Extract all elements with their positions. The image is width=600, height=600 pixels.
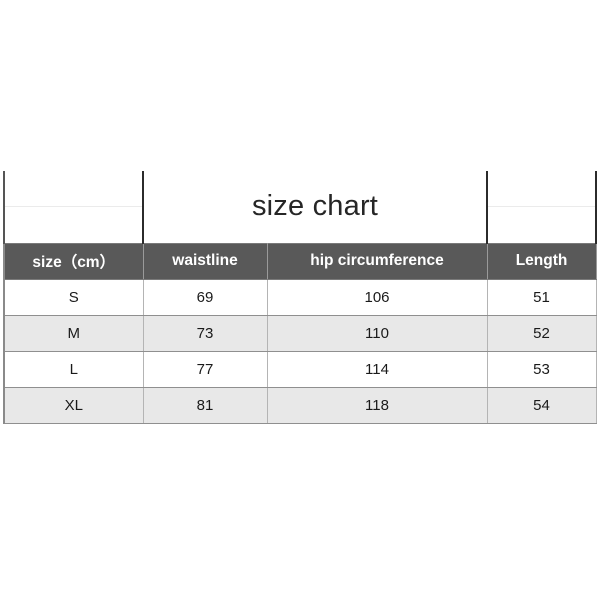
title-spacer-right bbox=[486, 171, 598, 244]
cell-size: M bbox=[3, 314, 144, 352]
cell-hip-circumference: 110 bbox=[266, 314, 488, 352]
chart-title-cell: size chart bbox=[141, 171, 489, 244]
title-row: size chart bbox=[3, 171, 598, 244]
title-faint-rule-left bbox=[5, 206, 142, 207]
column-header-size: size（cm） bbox=[3, 242, 144, 280]
cell-waistline: 77 bbox=[142, 350, 268, 388]
cell-length: 52 bbox=[486, 314, 597, 352]
page-title: size chart bbox=[251, 190, 379, 223]
cell-waistline: 81 bbox=[142, 386, 268, 425]
cell-length: 53 bbox=[486, 350, 597, 388]
table-row: S 69 106 51 bbox=[3, 278, 597, 316]
table-header-row: size（cm） waistline hip circumference Len… bbox=[3, 242, 597, 280]
cell-hip-circumference: 114 bbox=[266, 350, 488, 388]
cell-length: 51 bbox=[486, 278, 597, 316]
column-header-length: Length bbox=[486, 242, 597, 280]
cell-size: S bbox=[3, 278, 144, 316]
size-chart-table: size chart size（cm） waistline hip circum… bbox=[3, 171, 598, 425]
title-faint-rule-right bbox=[488, 206, 596, 207]
title-spacer-left bbox=[3, 171, 144, 244]
column-header-hip-circumference: hip circumference bbox=[266, 242, 488, 280]
size-chart-container: size chart size（cm） waistline hip circum… bbox=[3, 171, 598, 425]
column-header-waistline: waistline bbox=[142, 242, 268, 280]
cell-length: 54 bbox=[486, 386, 597, 425]
cell-hip-circumference: 106 bbox=[266, 278, 488, 316]
table-row: L 77 114 53 bbox=[3, 350, 597, 388]
table-row: XL 81 118 54 bbox=[3, 386, 597, 425]
cell-waistline: 69 bbox=[142, 278, 268, 316]
cell-size: XL bbox=[3, 386, 144, 425]
cell-hip-circumference: 118 bbox=[266, 386, 488, 425]
cell-waistline: 73 bbox=[142, 314, 268, 352]
cell-size: L bbox=[3, 350, 144, 388]
table-row: M 73 110 52 bbox=[3, 314, 597, 352]
